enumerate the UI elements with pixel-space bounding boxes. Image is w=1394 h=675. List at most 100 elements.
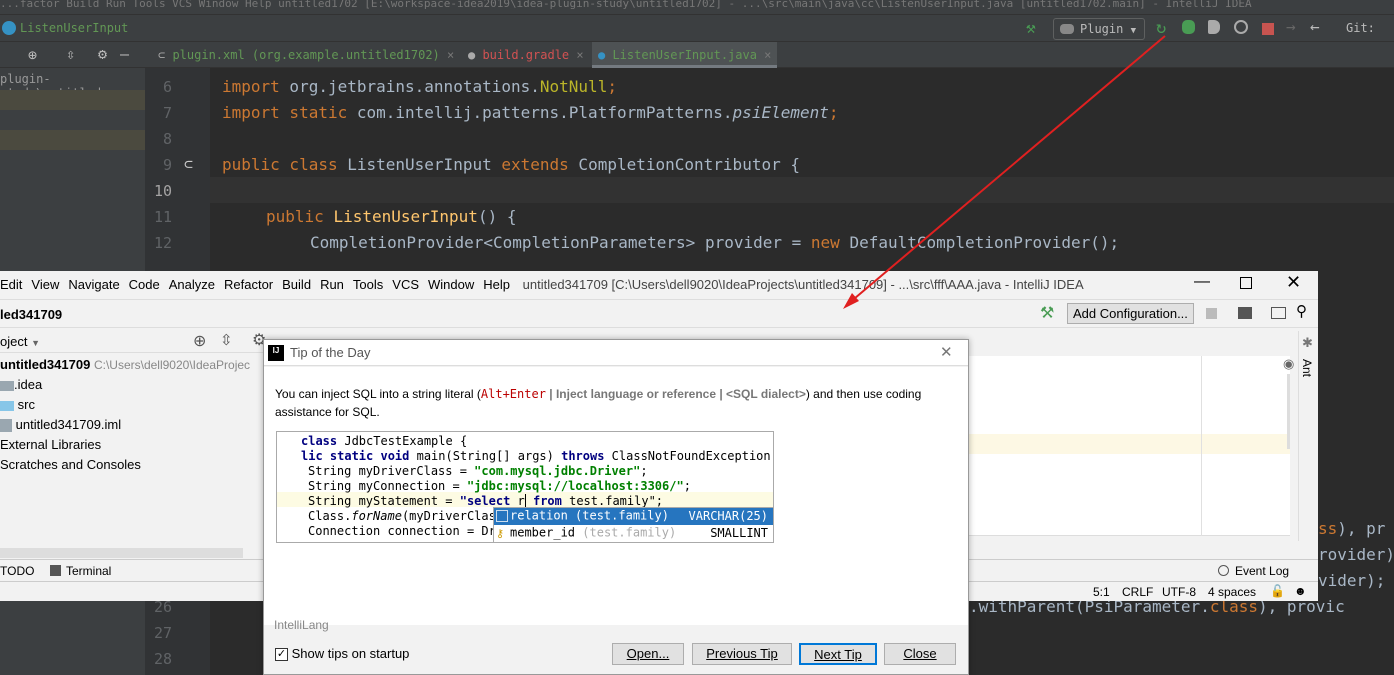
close-icon[interactable]: × xyxy=(757,48,771,62)
line-number: 9 xyxy=(162,156,172,174)
code-fragment: vider); xyxy=(1318,571,1386,590)
forward-icon[interactable]: → xyxy=(1286,17,1296,36)
module-file-icon xyxy=(0,419,12,433)
tree-item-external-libraries[interactable]: External Libraries xyxy=(0,437,263,457)
example-line: String myStatement = "select r from test… xyxy=(308,494,664,508)
project-structure-icon[interactable] xyxy=(1238,307,1252,319)
close-icon[interactable]: × xyxy=(569,48,583,62)
example-line: class JdbcTestExample { xyxy=(301,434,468,448)
tab-listen-user-input[interactable]: ● ListenUserInput.java × xyxy=(592,42,778,68)
back-icon[interactable]: ← xyxy=(1310,17,1320,36)
open-button[interactable]: Open... xyxy=(612,643,684,665)
caret-position[interactable]: 5:1 xyxy=(1093,585,1110,599)
tree-item-root[interactable]: untitled341709 C:\Users\dell9020\IdeaPro… xyxy=(0,357,263,377)
close-window-button[interactable]: ✕ xyxy=(1286,272,1301,293)
locate-icon[interactable]: ⊕ xyxy=(193,331,206,351)
line-number: 11 xyxy=(153,208,172,226)
previous-tip-button[interactable]: Previous Tip xyxy=(692,643,792,665)
menu-vcs[interactable]: VCS xyxy=(392,277,419,292)
coverage-icon[interactable] xyxy=(1208,20,1220,34)
completion-item-relation[interactable]: relation (test.family) VARCHAR(25) xyxy=(494,508,773,525)
menu-view[interactable]: View xyxy=(31,277,59,292)
plugin-name: IntelliLang xyxy=(274,618,329,632)
debug-bug-icon[interactable] xyxy=(1182,20,1195,34)
ant-sidebar: ✱ Ant xyxy=(1298,331,1318,541)
inspector-icon[interactable]: ☻ xyxy=(1294,584,1307,598)
rerun-icon[interactable]: ↻ xyxy=(1156,18,1166,38)
nav-toolbar: led341709 ⚒ Add Configuration... ⚲ xyxy=(0,299,1318,328)
file-encoding[interactable]: UTF-8 xyxy=(1162,585,1196,599)
todo-tool-button[interactable]: TODO xyxy=(0,564,34,578)
line-number: 10 xyxy=(153,182,172,200)
show-tips-checkbox[interactable]: ✓ Show tips on startup xyxy=(275,646,409,662)
bg-title-bar: ...factor Build Run Tools VCS Window Hel… xyxy=(0,0,1394,14)
menu-window[interactable]: Window xyxy=(428,277,474,292)
tip-text: You can inject SQL into a string literal… xyxy=(275,387,922,419)
eye-icon[interactable]: ◉ xyxy=(1283,356,1294,372)
close-icon[interactable]: ✕ xyxy=(940,343,953,361)
menu-refactor[interactable]: Refactor xyxy=(224,277,273,292)
build-hammer-icon[interactable]: ⚒ xyxy=(1040,303,1054,323)
menu-help[interactable]: Help xyxy=(483,277,510,292)
project-view-select[interactable]: oject ▼ xyxy=(0,334,40,349)
maximize-window-button[interactable] xyxy=(1240,277,1252,289)
minimize-icon[interactable]: – xyxy=(120,45,129,63)
indent-setting[interactable]: 4 spaces xyxy=(1208,585,1256,599)
tree-item-idea[interactable]: .idea xyxy=(0,377,263,397)
tip-content: You can inject SQL into a string literal… xyxy=(264,367,968,625)
code-fragment: rovider) xyxy=(1318,545,1394,564)
next-tip-button[interactable]: Next Tip xyxy=(799,643,877,665)
checkbox-checked-icon[interactable]: ✓ xyxy=(275,648,288,662)
line-separator[interactable]: CRLF xyxy=(1122,585,1153,599)
tree-item-src[interactable]: src xyxy=(0,397,263,417)
add-configuration-button[interactable]: Add Configuration... xyxy=(1067,303,1194,324)
horizontal-scrollbar[interactable] xyxy=(0,548,243,558)
search-icon[interactable]: ⚲ xyxy=(1296,302,1307,320)
collapse-icon[interactable]: ⇳ xyxy=(66,45,75,63)
event-log-button[interactable]: Event Log xyxy=(1235,564,1289,578)
stop-icon[interactable] xyxy=(1262,23,1274,35)
profile-icon[interactable] xyxy=(1234,20,1248,34)
window-title: untitled341709 [C:\Users\dell9020\IdeaPr… xyxy=(522,277,1084,292)
line-number: 12 xyxy=(153,234,172,252)
run-config-select[interactable]: Plugin ▼ xyxy=(1053,18,1145,40)
menu-tools[interactable]: Tools xyxy=(353,277,383,292)
project-name[interactable]: led341709 xyxy=(0,307,62,322)
plugin-gutter-icon[interactable]: ⊂ xyxy=(184,155,193,173)
menu-run[interactable]: Run xyxy=(320,277,344,292)
terminal-tool-button[interactable]: Terminal xyxy=(66,564,111,578)
tree-item-scratches[interactable]: Scratches and Consoles xyxy=(0,457,263,477)
tree-item-iml[interactable]: untitled341709.iml xyxy=(0,417,263,437)
class-icon xyxy=(2,21,16,35)
locate-icon[interactable]: ⊕ xyxy=(28,46,37,64)
menu-navigate[interactable]: Navigate xyxy=(68,277,119,292)
lock-icon[interactable]: 🔓 xyxy=(1270,584,1285,598)
key-column-icon: ⚷ xyxy=(496,527,505,540)
code-line-12: CompletionProvider<CompletionParameters>… xyxy=(310,233,1120,252)
menu-analyze[interactable]: Analyze xyxy=(169,277,215,292)
completion-item-member-id[interactable]: ⚷ member_id (test.family) SMALLINT xyxy=(494,525,773,542)
menu-build[interactable]: Build xyxy=(282,277,311,292)
menu-edit[interactable]: Edit xyxy=(0,277,22,292)
terminal-icon xyxy=(50,565,61,576)
gear-icon[interactable]: ⚙ xyxy=(98,45,107,63)
arrow-line xyxy=(847,35,1166,305)
code-line-9: public class ListenUserInput extends Com… xyxy=(222,155,800,174)
git-label: Git: xyxy=(1346,21,1375,35)
stop-icon[interactable] xyxy=(1206,308,1217,319)
breadcrumb[interactable]: ListenUserInput xyxy=(20,21,128,35)
line-number: 28 xyxy=(153,650,172,668)
ant-tool-button[interactable]: Ant xyxy=(1300,359,1314,377)
close-icon[interactable]: × xyxy=(440,48,454,62)
tab-plugin-xml[interactable]: ⊂ plugin.xml (org.example.untitled1702) … xyxy=(152,42,460,68)
collapse-all-icon[interactable]: ⇳ xyxy=(220,331,233,349)
close-button[interactable]: Close xyxy=(884,643,956,665)
example-line: String myDriverClass = "com.mysql.jdbc.D… xyxy=(308,464,648,478)
menu-code[interactable]: Code xyxy=(129,277,160,292)
build-hammer-icon[interactable]: ⚒ xyxy=(1026,18,1036,37)
code-line-6: import org.jetbrains.annotations.NotNull… xyxy=(222,77,617,96)
minimize-window-button[interactable]: — xyxy=(1194,273,1210,291)
run-anything-icon[interactable] xyxy=(1271,307,1286,319)
ant-icon[interactable]: ✱ xyxy=(1302,335,1313,351)
tab-build-gradle[interactable]: ● build.gradle × xyxy=(462,42,590,68)
